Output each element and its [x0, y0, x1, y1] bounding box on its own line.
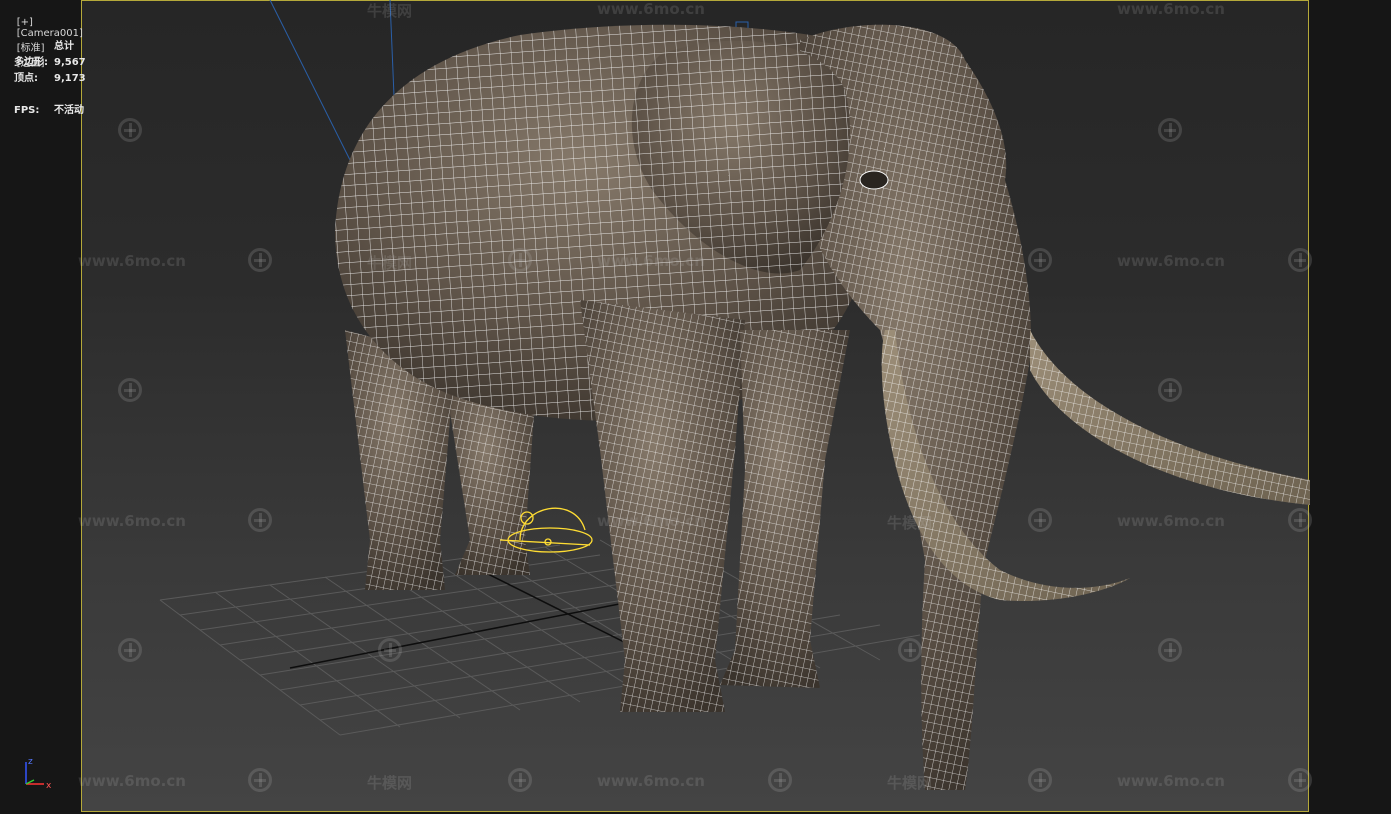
watermark-text: www.6mo.cn — [1117, 772, 1225, 790]
watermark-logo-icon — [898, 638, 922, 662]
stats-fps-value: 不活动 — [54, 105, 84, 116]
watermark-logo-icon — [248, 248, 272, 272]
scene-canvas[interactable] — [0, 0, 1391, 814]
watermark-logo-icon — [1158, 638, 1182, 662]
stats-fps-label: FPS: — [14, 105, 40, 116]
watermark-logo-icon — [1028, 248, 1052, 272]
watermark-text: www.6mo.cn — [597, 772, 705, 790]
watermark-text: www.6mo.cn — [597, 252, 705, 270]
watermark-logo-icon — [118, 378, 142, 402]
statistics-overlay: 总计 多边形: 9,567 顶点: 9,173 FPS: 不活动 — [14, 39, 86, 119]
watermark-logo-icon — [248, 768, 272, 792]
watermark-logo-icon — [1028, 508, 1052, 532]
axis-z-label: z — [28, 757, 33, 767]
watermark-brand: 牛模网 — [367, 254, 413, 272]
watermark-logo-icon — [508, 768, 532, 792]
watermark-logo-icon — [1288, 508, 1312, 532]
stats-header: 总计 — [54, 41, 74, 52]
watermark-text: www.6mo.cn — [78, 772, 186, 790]
stats-polys-label: 多边形: — [14, 57, 48, 68]
watermark-text: www.6mo.cn — [597, 512, 705, 530]
watermark-logo-icon — [1158, 378, 1182, 402]
axis-x-label: x — [46, 781, 52, 791]
watermark-logo-icon — [378, 638, 402, 662]
viewport-general-menu[interactable]: [+] — [17, 17, 33, 28]
watermark-brand: 牛模网 — [367, 774, 413, 792]
watermark-text: www.6mo.cn — [597, 0, 705, 18]
watermark-brand: 牛模网 — [367, 2, 413, 20]
watermark-logo-icon — [118, 118, 142, 142]
watermark-logo-icon — [1158, 118, 1182, 142]
3d-viewport[interactable]: www.6mo.cn www.6mo.cn www.6mo.cn www.6mo… — [0, 0, 1391, 814]
stats-polys-value: 9,567 — [54, 57, 86, 68]
watermark-text: www.6mo.cn — [1117, 512, 1225, 530]
watermark-text: www.6mo.cn — [1117, 252, 1225, 270]
watermark-logo-icon — [118, 638, 142, 662]
stats-polys-row: 多边形: 9,567 — [14, 55, 86, 71]
watermark-text: www.6mo.cn — [78, 512, 186, 530]
stats-verts-value: 9,173 — [54, 73, 86, 84]
watermark-logo-icon — [248, 508, 272, 532]
watermark-logo-icon — [1288, 768, 1312, 792]
watermark-logo-icon — [508, 248, 532, 272]
viewport-point-of-view-menu[interactable]: [Camera001] — [17, 28, 83, 39]
watermark-text: www.6mo.cn — [1117, 0, 1225, 18]
watermark-brand: 牛模网 — [887, 774, 933, 792]
watermark-logo-icon — [768, 768, 792, 792]
stats-verts-row: 顶点: 9,173 — [14, 71, 86, 87]
watermark-brand: 牛模网 — [887, 514, 933, 532]
stats-fps-row: FPS: 不活动 — [14, 103, 86, 119]
axis-tripod-icon: z x — [25, 757, 52, 791]
watermark-text: www.6mo.cn — [78, 252, 186, 270]
watermark-logo-icon — [1288, 248, 1312, 272]
watermark-logo-icon — [1028, 768, 1052, 792]
stats-verts-label: 顶点: — [14, 73, 38, 84]
